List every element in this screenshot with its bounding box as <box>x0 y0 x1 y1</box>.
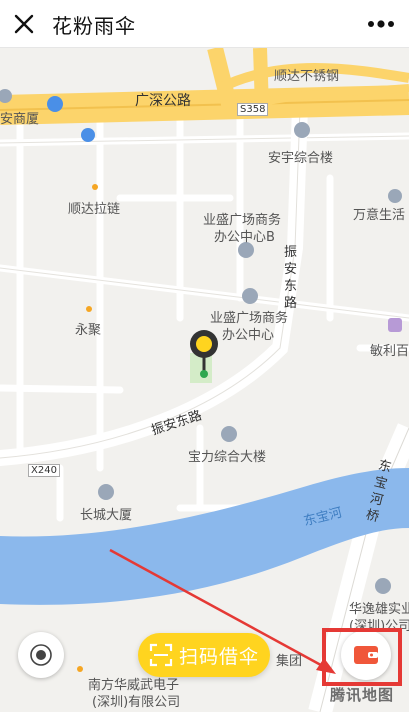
poi-wanyi: 万意生活 <box>353 208 406 223</box>
road-zhenan-vertical-label: 振安东路 <box>284 245 298 311</box>
road-guangshen-label: 广深公路 <box>135 93 191 109</box>
scan-icon <box>149 643 173 667</box>
poi-baoli: 宝力综合大楼 <box>188 450 267 465</box>
scan-to-borrow-button[interactable]: 扫码借伞 <box>138 633 270 677</box>
top-bar: 花粉雨伞 <box>0 0 409 48</box>
wallet-icon <box>354 646 378 664</box>
more-button[interactable] <box>363 10 399 38</box>
poi-shangsha: 安商厦 <box>0 112 40 127</box>
road-s358-badge: S358 <box>237 103 269 116</box>
poi-shunda-steel: 顺达不锈钢 <box>274 69 340 84</box>
locate-icon <box>30 644 52 666</box>
poi-yongju: 永聚 <box>75 323 102 338</box>
poi-anyu-building: 安宇综合楼 <box>268 151 334 166</box>
locate-button[interactable] <box>18 632 64 678</box>
scan-to-borrow-label: 扫码借伞 <box>178 645 259 668</box>
more-dots-icon <box>368 20 394 28</box>
poi-nanfang-line2: (深圳)有限公司 <box>92 695 181 710</box>
close-button[interactable] <box>8 8 40 40</box>
poi-yesheng-line2: 办公中心 <box>222 328 275 343</box>
poi-yesheng-b-line2: 办公中心B <box>214 230 275 245</box>
poi-shunda-chain: 顺达拉链 <box>68 202 121 217</box>
poi-minli: 敏利百 <box>370 344 409 359</box>
map-canvas <box>0 48 409 712</box>
poi-jituan: 集团 <box>276 654 303 669</box>
page-title: 花粉雨伞 <box>52 14 136 38</box>
close-icon <box>14 14 34 34</box>
poi-changcheng: 长城大厦 <box>80 508 133 523</box>
map-watermark: 腾讯地图 <box>330 686 395 704</box>
map-view[interactable]: 顺达不锈钢 广深公路 S358 安商厦 安宇综合楼 顺达拉链 万意生活 业盛广场… <box>0 48 409 712</box>
wallet-button[interactable] <box>341 630 391 680</box>
road-x240-badge: X240 <box>28 464 60 477</box>
